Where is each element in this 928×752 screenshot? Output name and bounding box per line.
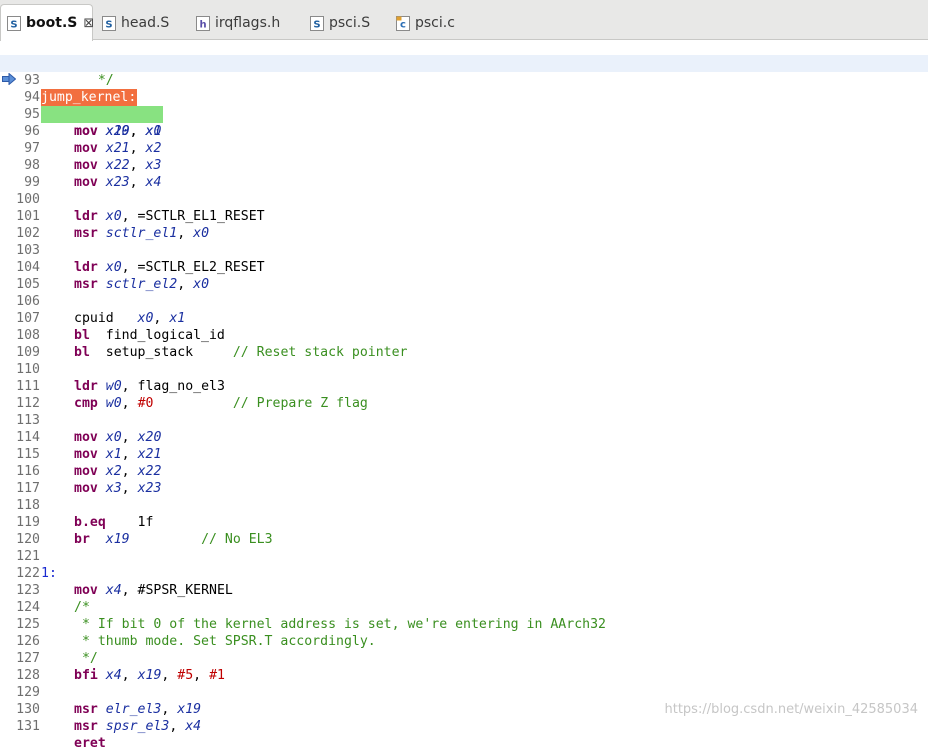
code-line[interactable]: 104 msr sctlr_el2, x0 xyxy=(0,242,928,259)
tab-label: irqflags.h xyxy=(215,15,280,31)
code-line[interactable]: 92 */ xyxy=(0,38,928,55)
code-line[interactable]: 106 cpuid x0, x1 xyxy=(0,276,928,293)
code-line[interactable]: 96 mov x21, x2 xyxy=(0,106,928,123)
close-tab-button[interactable]: ⊠ xyxy=(83,16,94,31)
code-line-empty[interactable]: 117 xyxy=(0,463,928,480)
code-line[interactable]: 111 cmp w0, #0 // Prepare Z flag xyxy=(0,361,928,378)
code-line[interactable]: 130 msr spsr_el3, x4 xyxy=(0,684,928,701)
svg-text:h: h xyxy=(199,19,206,30)
code-text: eret xyxy=(74,735,106,752)
code-line[interactable]: 103 ldr x0, =SCTLR_EL2_RESET xyxy=(0,225,928,242)
code-line-empty[interactable]: 122 xyxy=(0,548,928,565)
code-line[interactable]: 129 msr elr_el3, x19 xyxy=(0,667,928,684)
code-line[interactable]: 118 b.eq 1f xyxy=(0,480,928,497)
code-line-empty[interactable]: 120 xyxy=(0,514,928,531)
tab-head-s[interactable]: S head.S xyxy=(102,6,169,40)
svg-text:S: S xyxy=(10,19,17,30)
tab-label: boot.S xyxy=(26,15,77,31)
tab-psci-s[interactable]: S psci.S xyxy=(310,6,370,40)
code-line-comment[interactable]: 126 */ xyxy=(0,616,928,633)
svg-text:S: S xyxy=(105,19,112,30)
code-line[interactable]: 108 bl setup_stack // Reset stack pointe… xyxy=(0,310,928,327)
code-line[interactable]: 127 bfi x4, x19, #5, #1 xyxy=(0,633,928,650)
tab-irqflags-h[interactable]: h irqflags.h xyxy=(196,6,280,40)
code-line[interactable]: 95 mov x20, x1 xyxy=(0,89,928,106)
svg-text:c: c xyxy=(400,19,406,30)
tab-label: psci.c xyxy=(415,15,455,31)
code-line-current[interactable]: 94 mov x19, x0 xyxy=(0,72,928,89)
c-source-file-icon: c xyxy=(396,16,410,31)
asm-file-icon: S xyxy=(310,16,324,31)
code-line-empty[interactable]: 128 xyxy=(0,650,928,667)
code-line[interactable]: 116 mov x3, x23 xyxy=(0,446,928,463)
tab-boot-s[interactable]: S boot.S ⊠ xyxy=(0,4,93,41)
code-line[interactable]: 110 ldr w0, flag_no_el3 xyxy=(0,344,928,361)
code-line-empty[interactable]: 112 xyxy=(0,378,928,395)
code-line[interactable]: 98 mov x23, x4 xyxy=(0,140,928,157)
code-line[interactable]: 97 mov x22, x3 xyxy=(0,123,928,140)
tab-label: psci.S xyxy=(329,15,370,31)
code-line-empty[interactable]: 99 xyxy=(0,157,928,174)
editor-tab-bar: S boot.S ⊠ S head.S h irqflags.h S psci.… xyxy=(0,0,928,40)
code-line-comment[interactable]: 124 * If bit 0 of the kernel address is … xyxy=(0,582,928,599)
code-line-empty[interactable]: 132 xyxy=(0,718,928,726)
code-line[interactable]: 113 mov x0, x20 xyxy=(0,395,928,412)
code-line[interactable]: 100 ldr x0, =SCTLR_EL1_RESET xyxy=(0,174,928,191)
code-line-empty[interactable]: 102 xyxy=(0,208,928,225)
asm-file-icon: S xyxy=(7,16,21,31)
code-line[interactable]: 119 br x19 // No EL3 xyxy=(0,497,928,514)
tab-label: head.S xyxy=(121,15,169,31)
code-line-empty[interactable]: 105 xyxy=(0,259,928,276)
svg-text:S: S xyxy=(313,19,320,30)
code-line[interactable]: 121 1: mov x4, #SPSR_KERNEL xyxy=(0,531,928,548)
code-line-comment[interactable]: 125 * thumb mode. Set SPSR.T accordingly… xyxy=(0,599,928,616)
asm-file-icon: S xyxy=(102,16,116,31)
code-line-label[interactable]: 93 jump_kernel: xyxy=(0,55,928,72)
c-header-file-icon: h xyxy=(196,16,210,31)
watermark: https://blog.csdn.net/weixin_42585034 xyxy=(664,702,918,717)
code-line[interactable]: 114 mov x1, x21 xyxy=(0,412,928,429)
code-line[interactable]: 107 bl find_logical_id xyxy=(0,293,928,310)
tab-psci-c[interactable]: c psci.c xyxy=(396,6,455,40)
code-line[interactable]: 101 msr sctlr_el1, x0 xyxy=(0,191,928,208)
code-line-comment[interactable]: 123 /* xyxy=(0,565,928,582)
code-line[interactable]: 115 mov x2, x22 xyxy=(0,429,928,446)
code-line-empty[interactable]: 109 xyxy=(0,327,928,344)
